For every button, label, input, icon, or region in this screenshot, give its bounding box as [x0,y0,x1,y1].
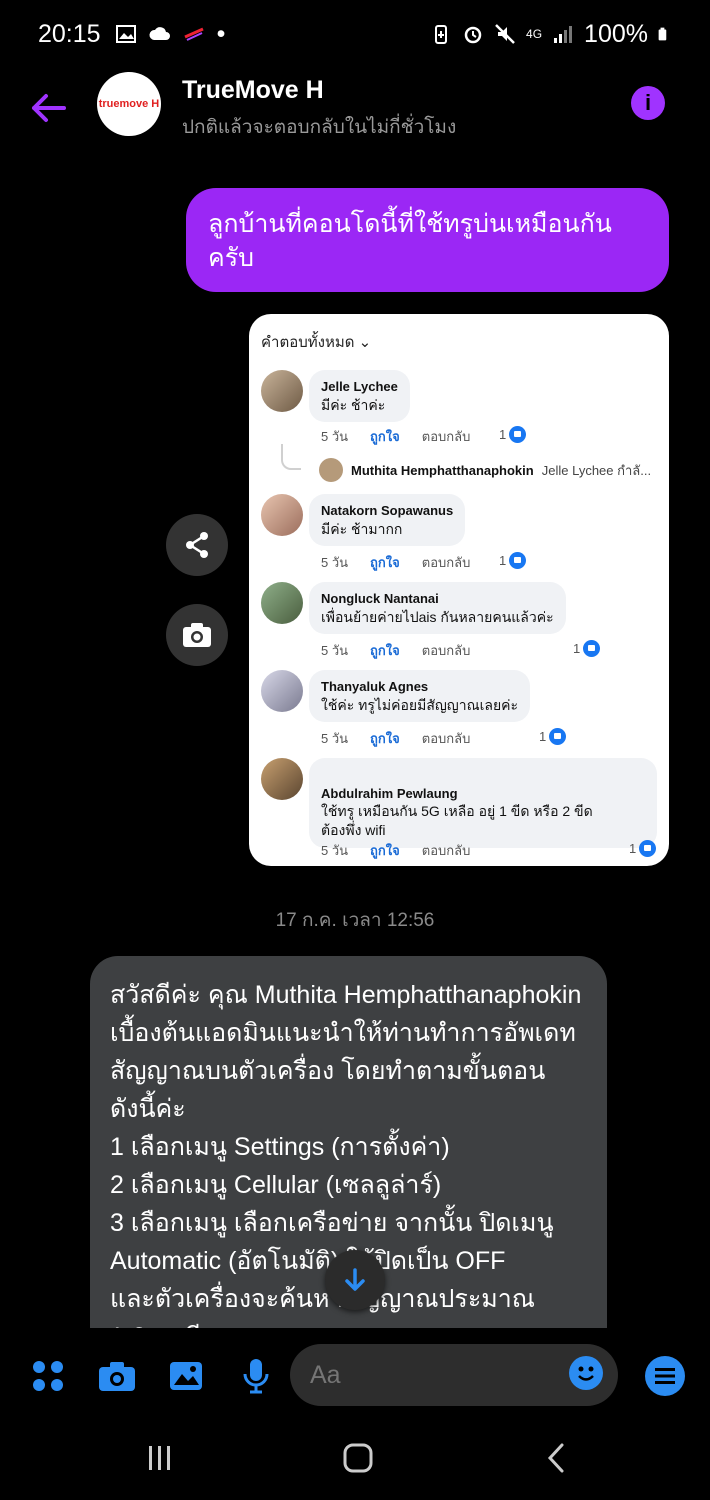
avatar-logo-text: truemove H [98,98,160,110]
comment-item: Natakorn Sopawanus มีค่ะ ช้ามากก 5 วัน ถ… [261,494,661,574]
commenter-avatar [261,758,303,800]
info-icon[interactable]: i [631,86,665,120]
like-icon [639,840,657,857]
comment-item: Thanyaluk Agnes ใช้ค่ะ ทรูไม่ค่อยมีสัญญา… [261,670,661,750]
commenter-avatar [261,494,303,536]
comment-bubble: Natakorn Sopawanus มีค่ะ ช้ามากก [309,494,466,547]
home-icon [343,1443,373,1473]
chat-header: truemove H TrueMove H ปกติแล้วจะตอบกลับใ… [0,68,710,152]
outgoing-message-bubble[interactable]: ลูกบ้านที่คอนโดนี้ที่ใช้ทรูบ่นเหมือนกันค… [186,188,669,292]
comment-item: Nongluck Nantanai เพื่อนย้ายค่ายไปais กั… [261,582,661,662]
comment-meta: 5 วัน ถูกใจ ตอบกลับ [321,426,470,447]
grid-dots-icon [33,1361,63,1391]
camera-button[interactable] [95,1354,139,1398]
alarm-icon [464,26,482,44]
reply-preview: Muthita Hemphatthanaphokin Jelle Lychee … [319,458,651,482]
comment-bubble: Thanyaluk Agnes ใช้ค่ะ ทรูไม่ค่อยมีสัญญา… [309,670,531,723]
comment-meta: 5 วัน ถูกใจ ตอบกลับ [321,555,471,570]
dot-icon: • [216,19,226,48]
like-icon [549,728,567,745]
like-icon [509,552,527,569]
arrow-down-icon [345,1268,365,1291]
gallery-notification-icon [115,25,136,43]
contact-status: ปกติแล้วจะตอบกลับในไม่กี่ชั่วโมง [182,117,457,138]
reply-connector [281,444,301,470]
comment-time: 5 วัน [321,429,349,444]
comment-bubble: Nongluck Nantanai เพื่อนย้ายค่ายไปais กั… [309,582,566,635]
reply-name: Muthita Hemphatthanaphokin [351,462,534,478]
mute-icon [495,24,515,44]
camera-icon [183,623,211,647]
home-button[interactable] [336,1438,380,1478]
reply-avatar [319,458,343,482]
commenter-name: Natakorn Sopawanus [321,503,454,518]
comment-text: มีค่ะ ช้ามากก [321,520,403,537]
comment-text: มีค่ะ ช้าค่ะ [321,396,386,413]
recent-apps-icon [149,1446,170,1470]
back-button[interactable] [534,1438,578,1478]
menu-dots-button[interactable] [26,1354,70,1398]
battery-icon [658,27,667,41]
like-icon [583,640,601,657]
like-count: 1 [573,640,601,657]
commenter-name: Abdulrahim Pewlaung [321,785,458,801]
comment-bubble: Jelle Lychee มีค่ะ ช้าค่ะ [309,370,410,423]
comment-meta: 5 วัน ถูกใจ ตอบกลับ [321,843,471,858]
comment-meta: 5 วัน ถูกใจ ตอบกลับ [321,731,471,746]
commenter-avatar [261,582,303,624]
reply-link: ตอบกลับ [421,429,471,444]
reply-text: Jelle Lychee กำลั... [541,462,652,478]
list-menu-icon [645,1356,685,1396]
comment-bubble: Abdulrahim Pewlaung ใช้ทรู เหมือนกัน 5G เ… [309,758,657,849]
contact-name[interactable]: TrueMove H [182,76,324,105]
scroll-to-bottom-button[interactable] [325,1250,385,1310]
like-count: 1 [499,426,527,443]
network-type: 4G [526,27,543,41]
contact-avatar[interactable]: truemove H [97,72,161,136]
comment-item: Jelle Lychee มีค่ะ ช้าค่ะ 5 วัน ถูกใจ ตอ… [261,370,661,470]
signal-icon [554,26,573,43]
app-notification-icon [183,27,204,41]
commenter-avatar [261,370,303,412]
comment-item: Abdulrahim Pewlaung ใช้ทรู เหมือนกัน 5G เ… [261,758,661,858]
back-chevron-icon [547,1443,564,1473]
gallery-button[interactable] [164,1354,208,1398]
comment-text: ใช้ค่ะ ทรูไม่ค่อยมีสัญญาณเลยค่ะ [321,696,519,713]
battery-percent: 100% [584,19,648,48]
commenter-name: Nongluck Nantanai [321,591,439,606]
cloud-icon [149,27,170,40]
comment-meta: 5 วัน ถูกใจ ตอบกลับ [321,643,471,658]
camera-icon [99,1362,135,1391]
commenter-avatar [261,670,303,712]
like-count: 1 [499,552,527,569]
image-attachment[interactable]: คำตอบทั้งหมด ⌄ Jelle Lychee มีค่ะ ช้าค่ะ… [249,314,669,866]
like-count: 1 [539,728,567,745]
back-arrow-icon[interactable] [26,86,70,130]
status-bar: 20:15 • 4G 100% [0,0,710,68]
share-button[interactable] [166,514,228,576]
smiley-icon [578,1366,594,1381]
microphone-icon [243,1359,269,1394]
all-replies-header: คำตอบทั้งหมด ⌄ [261,334,372,351]
message-timestamp: 17 ก.ค. เวลา 12:56 [275,910,435,931]
android-nav-bar [0,1416,710,1500]
like-count: 1 [629,840,657,857]
comment-text: ใช้ทรู เหมือนกัน 5G เหลือ อยู่ 1 ขีด หรื… [321,803,593,839]
more-options-button[interactable] [643,1354,687,1398]
battery-saver-icon [435,25,448,44]
image-icon [170,1362,202,1390]
recent-apps-button[interactable] [138,1438,182,1478]
status-time: 20:15 [38,19,101,48]
comment-text: เพื่อนย้ายค่ายไปais กันหลายคนแล้วค่ะ [321,608,554,625]
like-link: ถูกใจ [370,429,400,444]
voice-button[interactable] [234,1354,278,1398]
emoji-button[interactable] [569,1356,603,1390]
commenter-name: Thanyaluk Agnes [321,679,429,694]
share-icon [186,532,208,558]
message-composer [0,1336,710,1416]
commenter-name: Jelle Lychee [321,379,398,394]
save-image-button[interactable] [166,604,228,666]
like-icon [509,426,527,443]
